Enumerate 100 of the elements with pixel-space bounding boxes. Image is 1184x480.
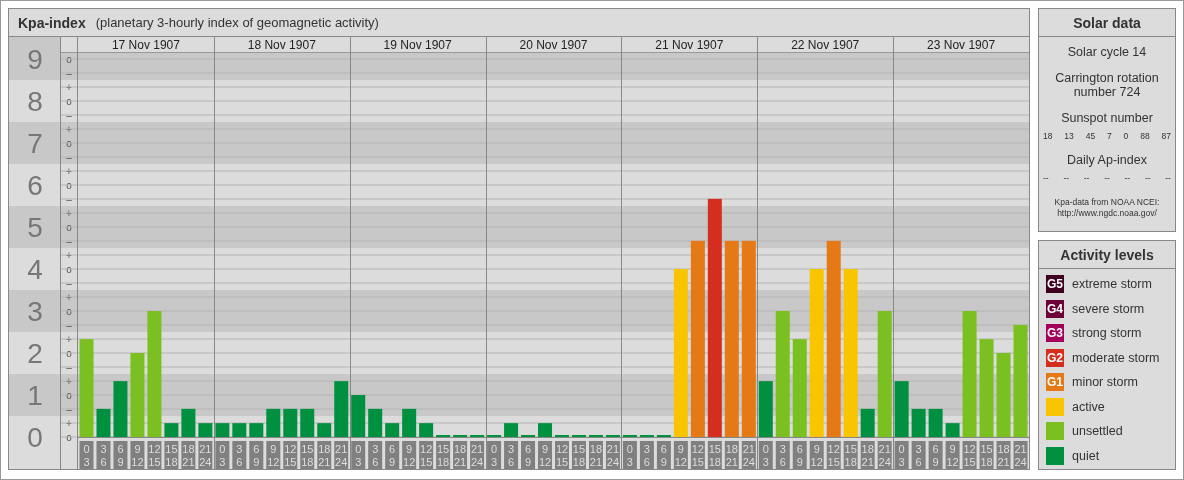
kp-bar — [504, 423, 519, 437]
hour-range-label: 9 12 — [945, 441, 960, 469]
hour-range-label: 3 6 — [504, 441, 519, 469]
hour-range-label: 0 3 — [351, 441, 366, 469]
hour-range-label: 12 15 — [147, 441, 162, 469]
kp-bar — [181, 408, 196, 437]
box-title: Solar data — [1039, 9, 1175, 37]
kp-tick-label: – — [66, 361, 72, 373]
kp-tick-label: o — [66, 179, 72, 191]
hour-range-label: 12 15 — [690, 441, 705, 469]
hour-range-label: 9 12 — [538, 441, 552, 469]
sunspot-value: 13 — [1064, 131, 1074, 141]
kp-tick-label: – — [66, 235, 72, 247]
kp-tick-label: o — [66, 347, 72, 359]
hour-range-label: 6 9 — [656, 441, 671, 469]
kp-tick-label: o — [66, 389, 72, 401]
hour-range-label: 21 24 — [198, 441, 213, 469]
kp-bar — [317, 423, 332, 437]
hour-range-label: 3 6 — [639, 441, 654, 469]
kp-tick-label: + — [66, 333, 72, 345]
sunspot-value: 87 — [1161, 131, 1171, 141]
date-label: 19 Nov 1907 — [383, 38, 452, 52]
level-badge: G4 — [1046, 299, 1064, 318]
kp-tick-label: – — [66, 151, 72, 163]
ap-index-value: -- — [1043, 173, 1049, 183]
level-label: active — [1072, 399, 1105, 414]
hour-range-label: 12 15 — [283, 441, 298, 469]
hour-range-label: 0 3 — [758, 441, 773, 469]
hour-range-label: 12 15 — [419, 441, 434, 469]
hour-range-label: 21 24 — [877, 441, 892, 469]
hour-range-label: 15 18 — [707, 441, 722, 469]
kp-tick-label: – — [66, 109, 72, 121]
kp-bar — [198, 423, 213, 437]
kp-scale-digit: 5 — [27, 212, 43, 243]
kp-tick-label: – — [66, 193, 72, 205]
hour-range-label: 21 24 — [470, 441, 485, 469]
kp-bar — [758, 381, 773, 437]
level-badge: G2 — [1046, 348, 1064, 367]
hour-range-label: 6 9 — [792, 441, 807, 469]
carrington-rotation-text: Carrington rotation number 724 — [1054, 71, 1160, 99]
box-title: Activity levels — [1039, 241, 1175, 269]
kp-scale-digit: 7 — [27, 128, 43, 159]
kp-bar — [300, 408, 315, 437]
kp-tick-label: + — [66, 417, 72, 429]
ap-index-value: -- — [1083, 173, 1090, 183]
kp-scale-digit: 2 — [27, 338, 43, 369]
kp-bar — [215, 423, 230, 437]
kp-bar — [113, 381, 128, 437]
hour-range-label: 15 18 — [979, 441, 994, 469]
kp-bar — [419, 423, 434, 437]
data-source-text: Kpa-data from NOAA NCEI: http://www.ngdc.noaa.gov/ — [1053, 197, 1161, 219]
hour-range-label: 12 15 — [555, 441, 569, 469]
date-label: 23 Nov 1907 — [927, 38, 996, 52]
hour-range-label: 18 21 — [317, 441, 332, 469]
kp-scale-digit: 4 — [27, 254, 43, 285]
hour-range-label: 6 9 — [113, 441, 128, 469]
date-label: 21 Nov 1907 — [655, 38, 724, 52]
kp-tick-label: o — [66, 221, 72, 233]
kp-tick-label: o — [66, 137, 72, 149]
hour-range-label: 21 24 — [334, 441, 349, 469]
solar-cycle-text: Solar cycle 14 — [1067, 45, 1147, 59]
panel-title: Kpa-index — [18, 14, 86, 31]
hour-range-label: 3 6 — [911, 441, 926, 469]
kp-bar — [351, 395, 366, 437]
ap-index-value: -- — [1144, 173, 1151, 183]
kp-bar — [266, 408, 281, 437]
kp-tick-label: + — [66, 375, 72, 387]
kp-tick-label: o — [66, 305, 72, 317]
panel-subtitle: (planetary 3-hourly index of geomagnetic activity) — [95, 15, 379, 30]
hour-range-label: 0 3 — [894, 441, 909, 469]
date-label: 17 Nov 1907 — [111, 38, 180, 52]
hour-range-label: 6 9 — [521, 441, 536, 469]
kp-bar — [96, 408, 111, 437]
kp-scale-digit: 9 — [27, 44, 43, 75]
date-label: 20 Nov 1907 — [519, 38, 588, 52]
sunspot-value: 0 — [1123, 131, 1129, 141]
hour-range-label: 9 12 — [266, 441, 281, 469]
level-badge: G5 — [1046, 275, 1064, 293]
ap-index-value: -- — [1124, 173, 1131, 183]
kp-tick-label: o — [66, 53, 72, 65]
hour-range-label: 6 9 — [385, 441, 400, 469]
hour-range-label: 9 12 — [673, 441, 688, 469]
hour-range-label: 0 3 — [622, 441, 637, 469]
kp-scale-digit: 8 — [27, 86, 43, 117]
level-label: quiet — [1072, 448, 1100, 463]
hour-range-label: 15 18 — [843, 441, 858, 469]
kp-tick-label: o — [66, 95, 72, 107]
hour-range-label: 12 15 — [826, 441, 841, 469]
hour-range-label: 18 21 — [453, 441, 468, 469]
kp-scale-digit: 3 — [27, 296, 43, 327]
kp-bar — [164, 423, 179, 437]
hour-range-label: 6 9 — [249, 441, 264, 469]
hour-range-label: 9 12 — [402, 441, 417, 469]
hour-range-label: 21 24 — [1013, 441, 1028, 469]
hour-range-label: 18 21 — [860, 441, 875, 469]
sunspot-value: 18 — [1043, 131, 1053, 141]
hour-range-label: 18 21 — [588, 441, 603, 469]
hour-range-label: 21 24 — [605, 441, 620, 469]
level-label: extreme storm — [1072, 277, 1152, 291]
kp-tick-label: + — [66, 207, 72, 219]
